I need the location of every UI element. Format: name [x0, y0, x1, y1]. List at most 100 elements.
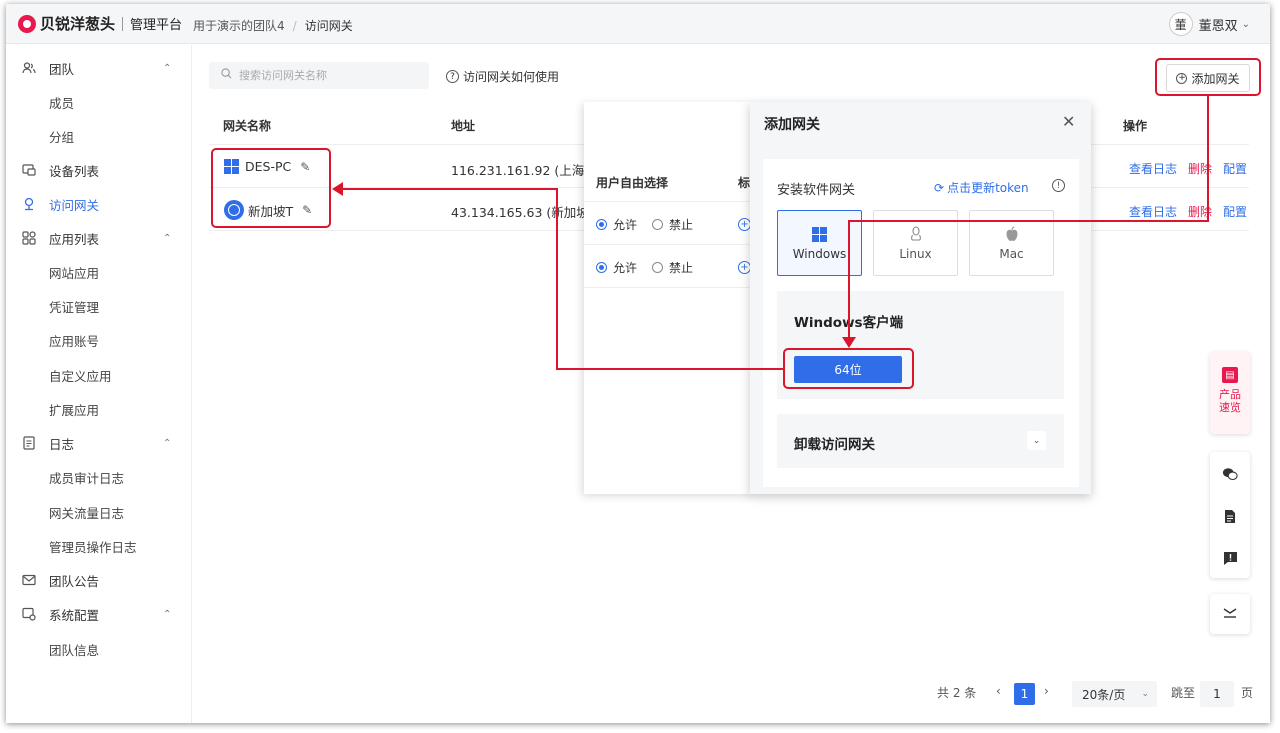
sidebar-item-ext-apps[interactable]: 扩展应用	[6, 392, 192, 426]
product-overview-button[interactable]: ▤ 产品速览	[1210, 352, 1250, 434]
info-icon[interactable]: !	[1052, 179, 1065, 192]
collapse-icon	[1223, 606, 1237, 622]
sidebar-item-label: 团队公告	[49, 573, 100, 589]
sidebar-item-app-accounts[interactable]: 应用账号	[6, 323, 192, 357]
allow-radio[interactable]	[596, 219, 607, 230]
breadcrumb-team[interactable]: 用于演示的团队4	[193, 17, 285, 34]
page-size-select[interactable]: 20条/页 ⌄	[1072, 681, 1157, 707]
breadcrumb-separator: /	[292, 18, 297, 33]
gateway-icon	[22, 197, 36, 211]
help-icon: ?	[446, 70, 459, 83]
sidebar-item-label: 自定义应用	[49, 368, 112, 384]
logo[interactable]: 贝锐洋葱头 管理平台	[18, 13, 182, 34]
column-header-ops: 操作	[1123, 119, 1148, 133]
sidebar-item-members[interactable]: 成员	[6, 85, 192, 119]
permission-row: 允许 禁止	[596, 259, 693, 276]
product-icon: ▤	[1222, 367, 1238, 383]
device-icon	[22, 163, 36, 177]
log-icon	[22, 436, 36, 450]
feedback-icon[interactable]	[1222, 550, 1238, 566]
os-label: Linux	[899, 247, 932, 261]
chevron-up-icon: ⌃	[163, 232, 172, 244]
jump-label: 跳至	[1171, 686, 1196, 700]
wechat-icon[interactable]	[1222, 466, 1238, 482]
sidebar-item-apps[interactable]: 应用列表 ⌃	[6, 221, 192, 255]
prev-page-icon[interactable]: ‹	[996, 684, 1001, 698]
install-title: 安装软件网关	[777, 183, 856, 198]
chevron-up-icon: ⌃	[163, 608, 172, 620]
app-window: 贝锐洋葱头 管理平台 用于演示的团队4 / 访问网关 董 董恩双 ⌄ 团队 ⌃ …	[6, 4, 1270, 723]
refresh-icon: ⟳	[934, 180, 945, 195]
collapse-button[interactable]	[1210, 594, 1250, 634]
windows-icon	[812, 225, 827, 243]
sidebar-item-label: 扩展应用	[49, 402, 100, 418]
user-choice-header: 用户自由选择	[596, 176, 669, 190]
document-icon[interactable]	[1222, 508, 1238, 524]
highlight-add-button	[1155, 58, 1261, 96]
sidebar-item-web-apps[interactable]: 网站应用	[6, 255, 192, 289]
team-icon	[22, 61, 36, 75]
gateway-address: 116.231.161.92 (上海市	[451, 163, 597, 178]
deny-radio[interactable]	[652, 262, 664, 273]
config-link[interactable]: 配置	[1223, 160, 1247, 177]
highlight-gateway-names	[211, 148, 331, 228]
sidebar-item-devices[interactable]: 设备列表	[6, 153, 192, 187]
sidebar-item-custom-apps[interactable]: 自定义应用	[6, 358, 192, 392]
config-link[interactable]: 配置	[1223, 203, 1247, 220]
sidebar-item-label: 日志	[49, 436, 75, 452]
sidebar-item-label: 应用账号	[49, 333, 100, 349]
uninstall-section[interactable]: 卸载访问网关 ⌄	[777, 414, 1064, 468]
sidebar-item-team[interactable]: 团队 ⌃	[6, 51, 192, 85]
chevron-down-icon: ⌄	[1141, 689, 1149, 699]
sidebar-item-member-audit-log[interactable]: 成员审计日志	[6, 460, 192, 494]
view-log-link[interactable]: 查看日志	[1129, 160, 1177, 177]
chevron-down-icon[interactable]: ⌄	[1027, 431, 1046, 450]
annotation-connector	[848, 220, 1209, 222]
sidebar-item-label: 团队	[49, 61, 75, 77]
sidebar-item-gateway-traffic-log[interactable]: 网关流量日志	[6, 495, 192, 529]
sidebar-item-system-config[interactable]: 系统配置 ⌃	[6, 597, 192, 631]
user-menu[interactable]: 董 董恩双 ⌄	[1168, 12, 1250, 36]
mail-icon	[22, 573, 36, 587]
user-name: 董恩双	[1198, 18, 1238, 34]
allow-label: 允许	[613, 218, 638, 232]
annotation-connector	[556, 188, 558, 370]
deny-label: 禁止	[669, 218, 694, 232]
sidebar-item-admin-log[interactable]: 管理员操作日志	[6, 529, 192, 563]
annotation-connector	[343, 188, 558, 190]
avatar: 董	[1168, 12, 1193, 36]
howto-link[interactable]: ? 访问网关如何使用	[446, 68, 559, 85]
next-page-icon[interactable]: ›	[1044, 684, 1049, 698]
add-gateway-modal: 添加网关 ✕ 安装软件网关 ⟳ 点击更新token ! Windows Linu…	[750, 102, 1091, 494]
sidebar-item-gateway[interactable]: 访问网关	[6, 187, 192, 221]
search-input[interactable]	[239, 62, 424, 89]
sidebar-item-logs[interactable]: 日志 ⌃	[6, 426, 192, 460]
sidebar-item-label: 网关流量日志	[49, 505, 125, 521]
sidebar-item-label: 访问网关	[49, 197, 100, 213]
sidebar-item-announcements[interactable]: 团队公告	[6, 563, 192, 597]
deny-radio[interactable]	[652, 219, 664, 230]
refresh-label: 点击更新token	[947, 181, 1029, 195]
sidebar-item-team-info[interactable]: 团队信息	[6, 632, 192, 666]
tag-header: 标	[738, 176, 751, 190]
allow-radio[interactable]	[596, 262, 607, 273]
sidebar-item-label: 设备列表	[49, 163, 100, 179]
page-number-current[interactable]: 1	[1014, 683, 1035, 705]
annotation-arrowhead	[332, 182, 343, 196]
gateway-address: 43.134.165.63 (新加坡	[451, 205, 589, 220]
annotation-connector	[848, 220, 850, 338]
close-icon[interactable]: ✕	[1062, 112, 1075, 131]
sidebar-item-label: 分组	[49, 129, 75, 145]
refresh-token-link[interactable]: ⟳ 点击更新token	[934, 179, 1029, 196]
jump-input[interactable]: 1	[1200, 681, 1234, 707]
annotation-arrowhead	[842, 337, 856, 348]
drawer-divider	[584, 244, 754, 245]
sidebar-item-credentials[interactable]: 凭证管理	[6, 289, 192, 323]
sidebar-item-label: 凭证管理	[49, 299, 100, 315]
annotation-connector	[556, 368, 784, 370]
view-log-link[interactable]: 查看日志	[1129, 203, 1177, 220]
uninstall-title: 卸载访问网关	[794, 437, 875, 453]
config-drawer: 用户自由选择 标 允许 禁止 + 允许 禁止 +	[584, 102, 754, 494]
drawer-divider	[584, 287, 754, 288]
sidebar-item-groups[interactable]: 分组	[6, 119, 192, 153]
